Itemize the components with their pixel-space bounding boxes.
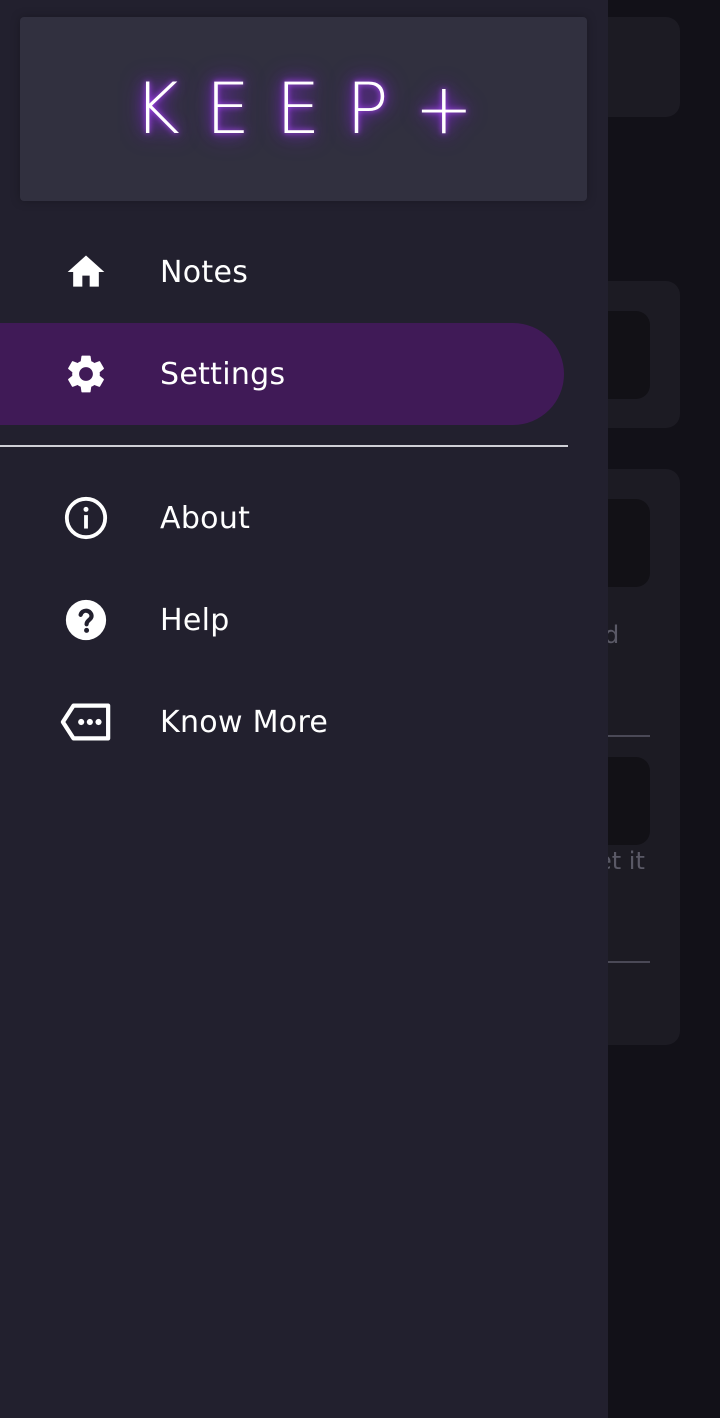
app-logo: KEEP+ (133, 68, 500, 150)
nav-item-about[interactable]: About (0, 467, 564, 569)
nav-item-know-more[interactable]: Know More (0, 671, 564, 773)
navigation-drawer: KEEP+ Notes Settings About Help Know Mor… (0, 0, 608, 1418)
drawer-header: KEEP+ (20, 17, 587, 201)
nav-item-label: Know More (160, 704, 329, 740)
drawer-divider (0, 445, 568, 447)
nav-item-notes[interactable]: Notes (0, 221, 564, 323)
nav-item-label: Help (160, 602, 230, 638)
home-icon (60, 246, 112, 298)
help-icon (60, 594, 112, 646)
nav-item-label: Notes (160, 254, 249, 290)
more-tag-icon (60, 696, 112, 748)
info-icon (60, 492, 112, 544)
gear-icon (60, 348, 112, 400)
nav-item-label: Settings (160, 356, 286, 392)
nav-item-label: About (160, 500, 251, 536)
nav-item-settings[interactable]: Settings (0, 323, 564, 425)
nav-item-help[interactable]: Help (0, 569, 564, 671)
